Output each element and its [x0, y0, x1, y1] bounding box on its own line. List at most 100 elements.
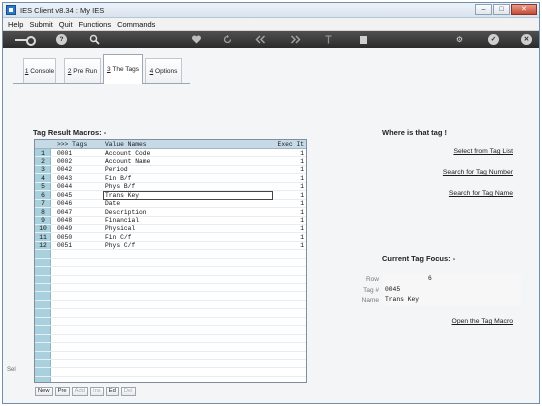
menu-commands[interactable]: Commands — [117, 20, 155, 29]
focus-tag-value: 0045 — [385, 286, 401, 293]
rewind-icon[interactable] — [255, 34, 266, 45]
minimize-button[interactable]: – — [475, 4, 492, 15]
focus-name-label: Name — [361, 297, 379, 304]
search-tag-name-link[interactable]: Search for Tag Name — [449, 190, 513, 197]
exec-cell: 1 — [300, 183, 304, 191]
nav-new-button[interactable]: New — [35, 387, 53, 396]
fast-forward-icon[interactable] — [290, 34, 301, 45]
empty-row[interactable] — [35, 326, 306, 335]
empty-row[interactable] — [35, 284, 306, 293]
tab-console-label: Console — [30, 68, 55, 75]
empty-row[interactable] — [35, 360, 306, 369]
tab-console[interactable]: 1 Console — [23, 58, 56, 84]
tag-cell: 0048 — [57, 217, 73, 224]
nav-del-button[interactable]: Del — [120, 387, 136, 396]
empty-row[interactable] — [35, 301, 306, 310]
maximize-button[interactable]: □ — [493, 4, 510, 15]
empty-row[interactable] — [35, 250, 306, 259]
check-icon[interactable]: ✓ — [488, 34, 499, 45]
empty-row[interactable] — [35, 309, 306, 318]
exec-cell: 1 — [300, 166, 304, 174]
app-logo-icon — [6, 5, 16, 15]
exec-cell: 1 — [300, 208, 304, 216]
table-row[interactable]: 11 0050 Fin C/f 1 — [35, 233, 306, 242]
empty-row[interactable] — [35, 318, 306, 327]
tab-bar: 1 Console 2 Pre Run 3 The Tags 4 Options — [13, 52, 190, 93]
exec-cell: 1 — [300, 191, 304, 199]
col-tags-header[interactable]: >>> Tags — [57, 141, 87, 148]
settings-icon[interactable]: ⚙ — [454, 34, 465, 45]
menu-quit[interactable]: Quit — [59, 20, 73, 29]
col-exec-header[interactable]: Exec It — [278, 141, 304, 148]
heart-icon[interactable] — [191, 34, 202, 45]
empty-row[interactable] — [35, 352, 306, 360]
close-icon[interactable]: ✕ — [521, 34, 532, 45]
tab-the-tags[interactable]: 3 The Tags — [103, 54, 143, 84]
table-row[interactable]: 2 0002 Account Name 1 — [35, 157, 306, 166]
menu-bar: Help Submit Quit Functions Commands — [3, 18, 539, 31]
value-name-cell: Period — [105, 166, 128, 174]
tab-options-label: Options — [155, 68, 178, 75]
nav-ins-button[interactable]: Ins — [89, 387, 104, 396]
menu-submit[interactable]: Submit — [29, 20, 52, 29]
tag-cell: 0002 — [57, 157, 73, 165]
value-name-cell: Description — [105, 208, 147, 216]
value-name-cell: Phys B/f — [105, 183, 136, 191]
menu-help[interactable]: Help — [8, 20, 23, 29]
empty-row[interactable] — [35, 292, 306, 301]
value-name-cell: Account Code — [105, 149, 151, 157]
menu-functions[interactable]: Functions — [79, 20, 112, 29]
tag-cell: 0047 — [57, 208, 73, 216]
table-row[interactable]: 1 0001 Account Code 1 — [35, 149, 306, 158]
open-tag-macro-link[interactable]: Open the Tag Macro — [452, 318, 513, 325]
empty-row[interactable] — [35, 267, 306, 276]
empty-row[interactable] — [35, 368, 306, 377]
focus-tag-label: Tag # — [363, 287, 379, 294]
tab-pre-run-num: 2 — [67, 68, 72, 75]
close-window-button[interactable]: ✕ — [511, 4, 537, 15]
grid-header: >>> Tags Value Names Exec It — [35, 140, 306, 149]
table-row[interactable]: 6 0045 Trans Key 1 — [35, 190, 306, 201]
empty-row[interactable] — [35, 343, 306, 352]
table-row[interactable]: 3 0042 Period 1 — [35, 166, 306, 175]
row-number: 2 — [41, 157, 45, 165]
tag-cell: 0049 — [57, 225, 73, 233]
window-title: IES Client v8.34 : My IES — [20, 6, 105, 15]
tag-cell: 0051 — [57, 242, 73, 250]
nav-ed-button[interactable]: Ed — [105, 387, 119, 396]
search-tag-number-link[interactable]: Search for Tag Number — [443, 169, 513, 176]
tag-cell: 0001 — [57, 149, 73, 157]
nav-add-button[interactable]: Add — [71, 387, 88, 396]
nav-pre-button[interactable]: Pre — [54, 387, 70, 396]
table-row[interactable]: 7 0046 Date 1 — [35, 200, 306, 209]
stop-icon[interactable] — [360, 36, 367, 44]
row-number: 3 — [41, 166, 45, 174]
upload-icon[interactable] — [323, 34, 334, 45]
focus-name-value: Trans Key — [385, 296, 420, 303]
focus-values-box: 6 0045 Trans Key — [383, 274, 521, 305]
exec-cell: 1 — [300, 200, 304, 208]
help-icon[interactable]: ? — [56, 34, 67, 45]
table-row[interactable]: 10 0049 Physical 1 — [35, 225, 306, 234]
value-name-cell: Account Name — [105, 157, 151, 165]
table-row[interactable]: 4 0043 Fin B/f 1 — [35, 174, 306, 183]
col-value-names-header[interactable]: Value Names — [105, 141, 147, 148]
empty-row[interactable] — [35, 259, 306, 268]
search-icon[interactable] — [89, 34, 100, 45]
select-from-tag-list-link[interactable]: Select from Tag List — [453, 148, 513, 155]
tag-cell: 0050 — [57, 233, 73, 241]
empty-row[interactable] — [35, 335, 306, 344]
table-row[interactable]: 9 0048 Financial 1 — [35, 217, 306, 225]
refresh-icon[interactable] — [222, 34, 233, 45]
table-row[interactable]: 8 0047 Description 1 — [35, 208, 306, 217]
value-name-cell: Physical — [105, 225, 136, 233]
tab-options[interactable]: 4 Options — [145, 58, 182, 84]
empty-row[interactable] — [35, 276, 306, 284]
row-number: 10 — [39, 225, 47, 233]
tab-pre-run[interactable]: 2 Pre Run — [64, 58, 101, 84]
table-row[interactable]: 12 0051 Phys C/f 1 — [35, 242, 306, 251]
window-controls: – □ ✕ — [475, 4, 537, 15]
tag-macros-grid: >>> Tags Value Names Exec It 1 0001 Accoun… — [34, 139, 307, 383]
key-icon[interactable] — [15, 34, 36, 46]
row-number: 5 — [41, 183, 45, 191]
